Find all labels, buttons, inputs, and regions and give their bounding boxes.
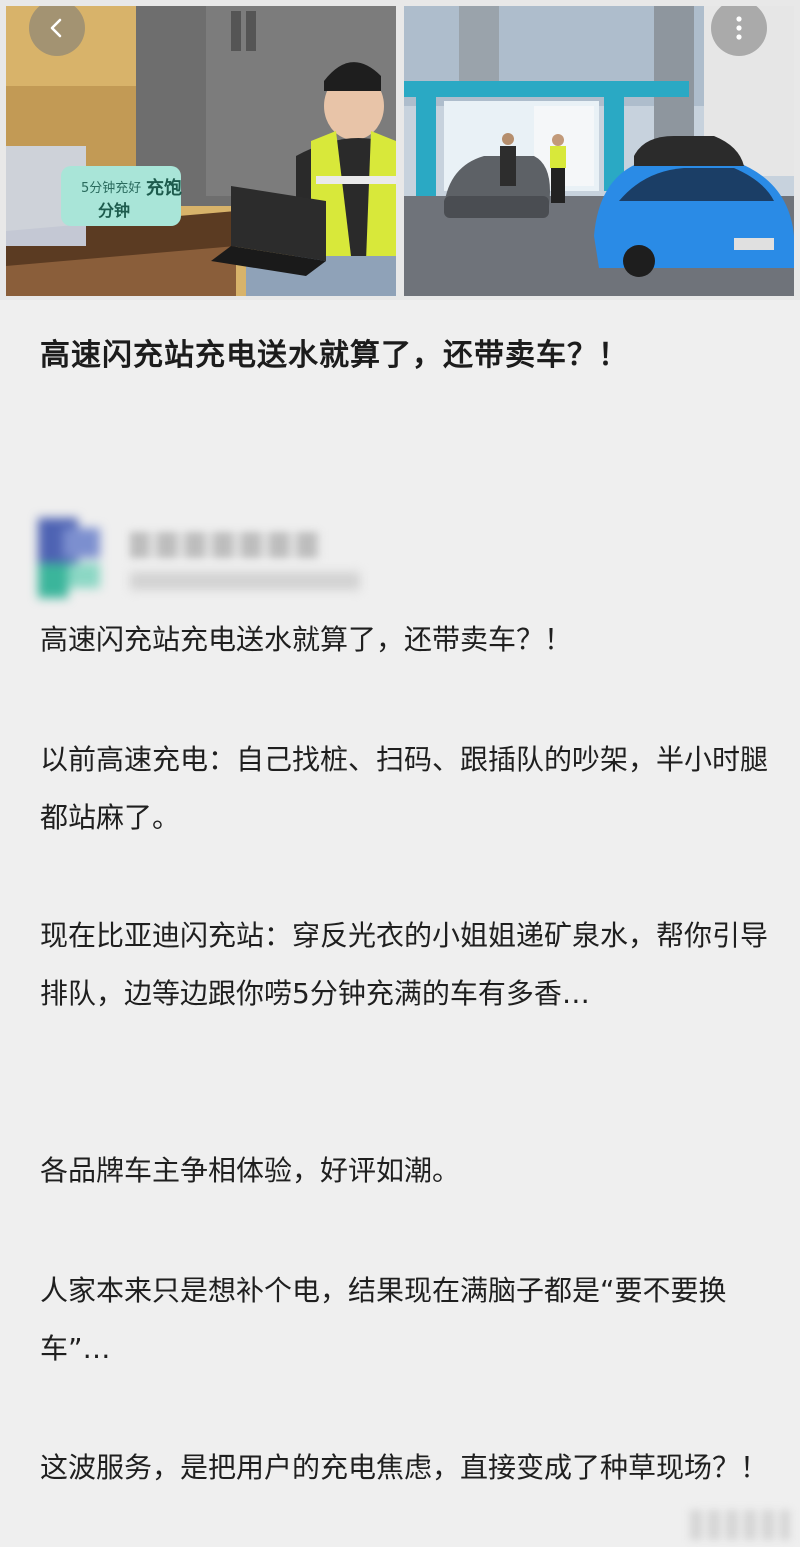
- avatar[interactable]: [38, 518, 100, 598]
- sign-main-text: 分钟: [98, 201, 130, 220]
- chevron-left-icon: [50, 18, 62, 38]
- sign-side-text: 充饱: [146, 177, 182, 199]
- more-vertical-icon: [736, 16, 742, 40]
- photo-charging-station[interactable]: [404, 6, 794, 296]
- author-info-blurred[interactable]: [30, 510, 370, 620]
- author-meta-blurred: [130, 572, 360, 590]
- sign-subtext: 5分钟充好: [81, 180, 141, 196]
- post-paragraph: 这波服务，是把用户的充电焦虑，直接变成了种草现场？！: [40, 1451, 769, 1484]
- watermark-blurred: [690, 1510, 790, 1540]
- author-name-blurred[interactable]: [130, 532, 320, 558]
- post-paragraph: 各品牌车主争相体验，好评如潮。: [40, 1154, 461, 1187]
- post-headline: 高速闪充站充电送水就算了，还带卖车？！: [40, 338, 629, 373]
- post-paragraph: 现在比亚迪闪充站：穿反光衣的小姐姐递矿泉水，帮你引导排队，边等边跟你唠5分钟充满…: [40, 919, 769, 1010]
- post-paragraph: 以前高速充电：自己找桩、扫码、跟插队的吵架，半小时腿都站麻了。: [40, 743, 769, 834]
- photo-staff-laptop[interactable]: 5分钟充好 分钟 充饱: [6, 6, 396, 296]
- post-paragraph: 人家本来只是想补个电，结果现在满脑子都是“要不要换车”…: [40, 1274, 727, 1365]
- post-paragraph: 高速闪充站充电送水就算了，还带卖车？！: [40, 623, 573, 656]
- photo-strip: 5分钟充好 分钟 充饱: [0, 0, 800, 300]
